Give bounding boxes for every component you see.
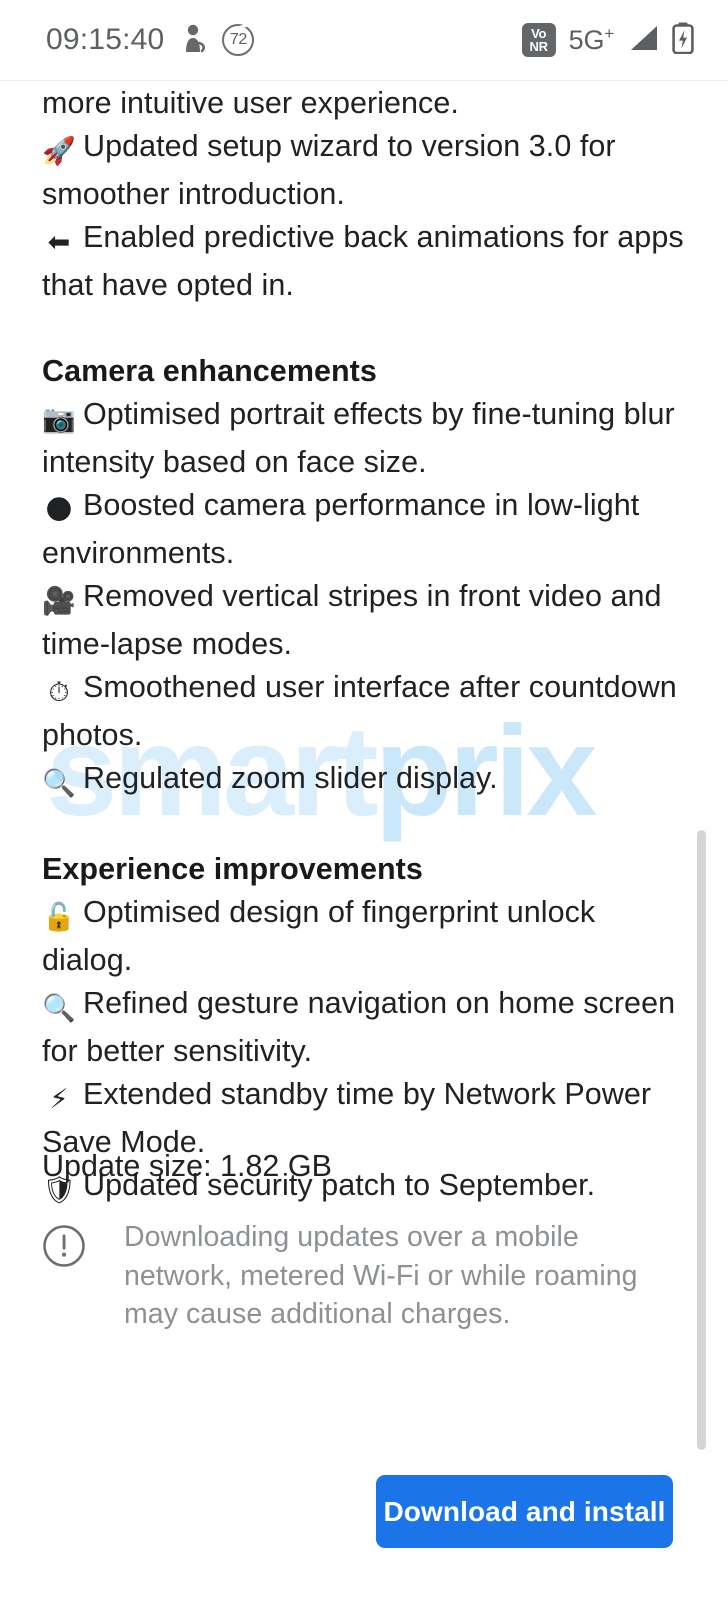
exclamation-circle-icon [42, 1224, 86, 1273]
network-warning: Downloading updates over a mobile networ… [42, 1218, 662, 1334]
magnifying-glass-emoji: 🔍 [42, 993, 76, 1024]
release-note-line: ⬅ Enabled predictive back animations for … [42, 216, 686, 307]
signal-bars-icon [627, 23, 659, 58]
release-note-text: Boosted camera performance in low-light … [42, 488, 640, 570]
new-moon-emoji: 🌑 [44, 495, 74, 526]
release-note-text: Refined gesture navigation on home scree… [42, 986, 676, 1068]
person-silhouette-icon [180, 23, 206, 58]
section-heading-camera: Camera enhancements [42, 354, 377, 388]
release-note-text: Updated setup wizard to version 3.0 for … [42, 129, 616, 211]
back-arrow-emoji: ⬅ [47, 227, 71, 258]
stopwatch-emoji: ⏱ [48, 677, 70, 708]
status-bar-left: 09:15:40 72 [46, 23, 255, 58]
release-note-line: more intuitive user experience. [42, 82, 686, 125]
update-size-label: Update size: 1.82 GB [42, 1149, 332, 1183]
release-note-text: Optimised portrait effects by fine-tunin… [42, 397, 675, 479]
countdown-badge-value: 72 [229, 31, 247, 48]
camera-emoji: 📷 [42, 404, 76, 435]
release-note-text: Optimised design of fingerprint unlock d… [42, 895, 596, 977]
release-note-line: ⏱ Smoothened user interface after countdo… [42, 666, 686, 757]
battery-charging-icon [672, 22, 694, 59]
status-bar-clock: 09:15:40 [46, 23, 165, 56]
release-note-line: 🌑 Boosted camera performance in low-light… [42, 484, 686, 575]
magnifying-glass-emoji: 🔍 [42, 768, 76, 799]
release-notes-body: more intuitive user experience. 🚀 Updated… [42, 82, 686, 1212]
release-note-line: 📷 Optimised portrait effects by fine-tuni… [42, 393, 686, 484]
network-type-text: 5G [568, 25, 605, 55]
high-voltage-emoji: ⚡ [49, 1084, 69, 1115]
release-note-text: more intuitive user experience. [42, 86, 459, 120]
countdown-badge-icon: 72 [222, 24, 255, 56]
status-bar: 09:15:40 72 Vo NR 5G+ [0, 0, 728, 81]
release-note-line: 🔓 Optimised design of fingerprint unlock … [42, 891, 686, 982]
unlocked-padlock-emoji: 🔓 [42, 902, 76, 933]
phone-screen: 09:15:40 72 Vo NR 5G+ smartprix more int… [0, 0, 728, 1620]
release-note-line: 🔍 Regulated zoom slider display. [42, 757, 686, 805]
release-note-text: Removed vertical stripes in front video … [42, 579, 662, 661]
network-type-plus: + [604, 24, 614, 43]
release-note-line: 🚀 Updated setup wizard to version 3.0 for… [42, 125, 686, 216]
section-heading-experience: Experience improvements [42, 852, 423, 886]
release-note-line: 🎥 Removed vertical stripes in front video… [42, 575, 686, 666]
release-note-text: Enabled predictive back animations for a… [42, 220, 684, 302]
vonr-icon: Vo NR [521, 23, 556, 57]
download-and-install-button[interactable]: Download and install [376, 1475, 673, 1548]
vonr-bottom-label: NR [529, 39, 548, 54]
status-bar-right: Vo NR 5G+ [521, 22, 694, 59]
release-note-text: Smoothened user interface after countdow… [42, 670, 677, 752]
movie-camera-emoji: 🎥 [42, 586, 76, 617]
release-note-text: Regulated zoom slider display. [83, 761, 498, 795]
release-note-line: 🔍 Refined gesture navigation on home scre… [42, 982, 686, 1073]
scrollbar-track[interactable] [697, 82, 706, 1468]
release-notes-scroll-area[interactable]: more intuitive user experience. 🚀 Updated… [0, 82, 728, 1620]
rocket-emoji: 🚀 [42, 136, 76, 167]
network-type-label: 5G+ [568, 24, 615, 56]
action-bar: Download and install [0, 1468, 728, 1620]
scrollbar-thumb[interactable] [697, 830, 706, 1450]
network-warning-text: Downloading updates over a mobile networ… [124, 1221, 638, 1330]
